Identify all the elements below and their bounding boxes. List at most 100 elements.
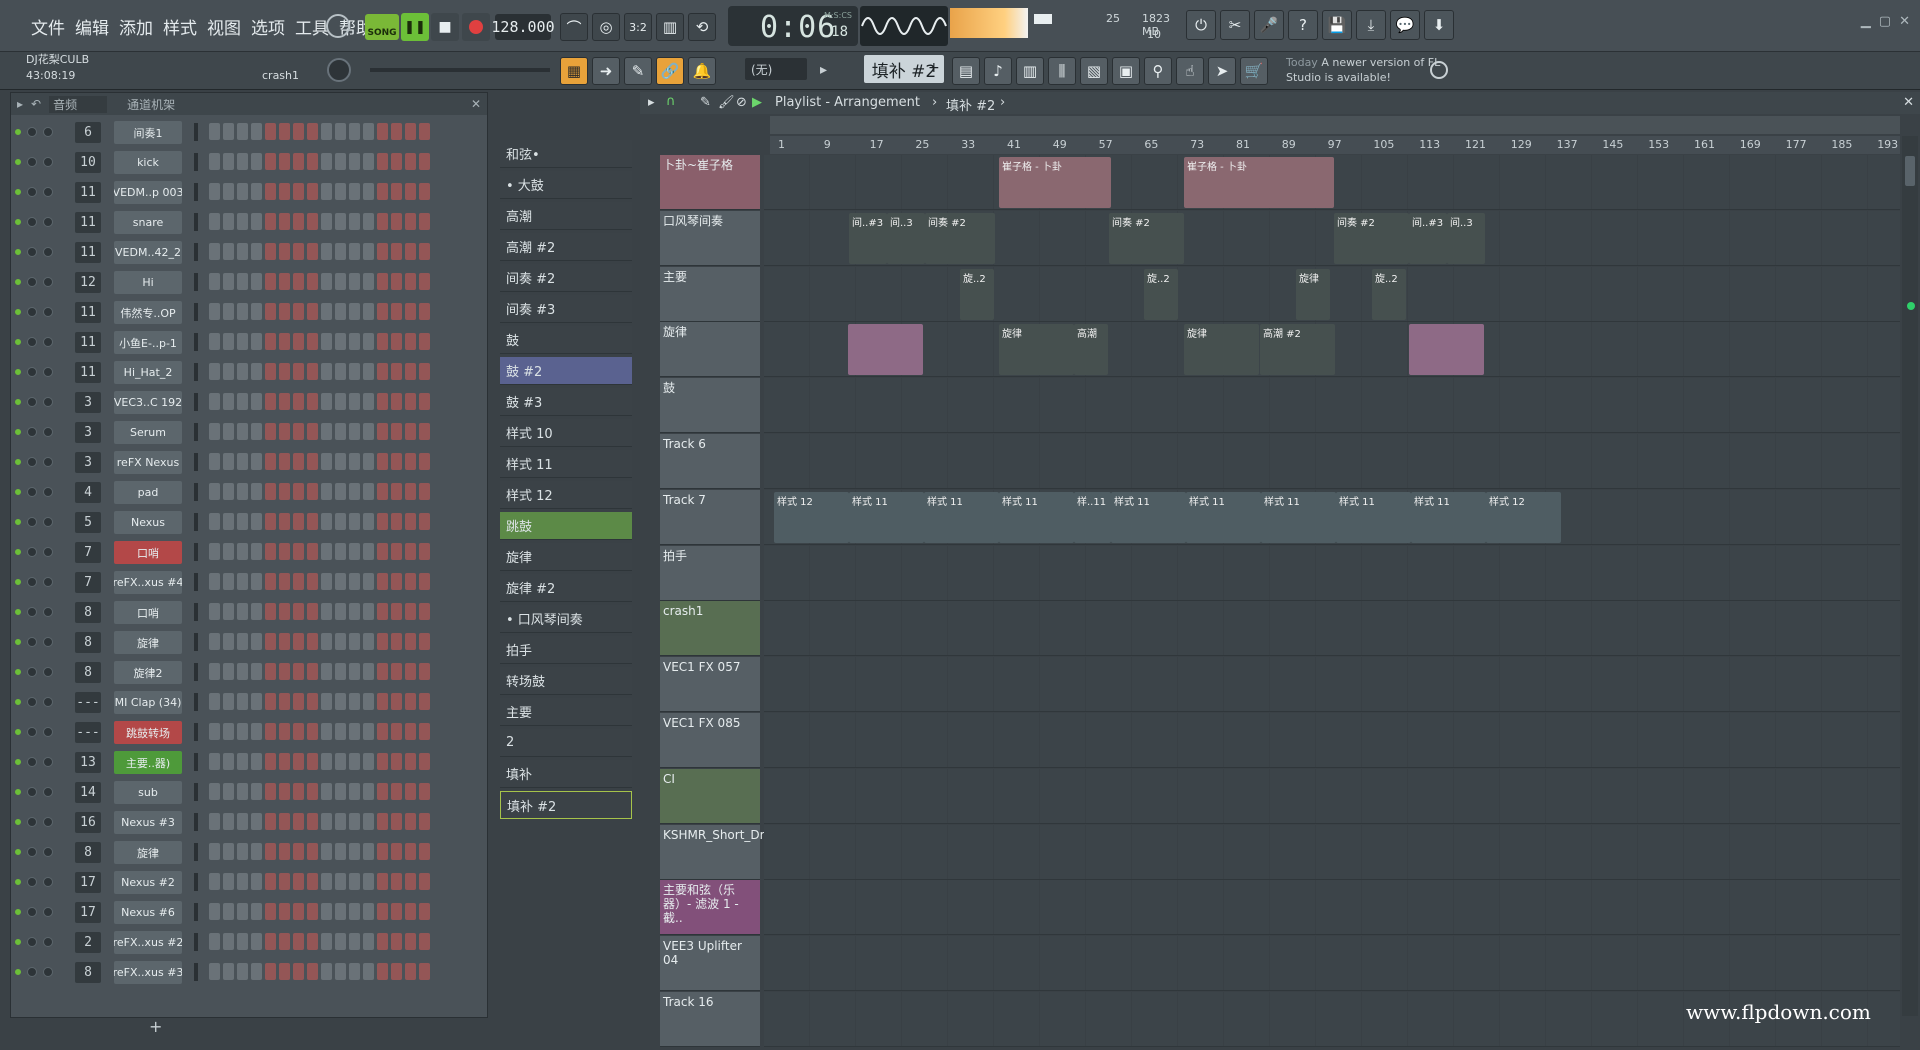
channel-name-button[interactable]: Nexus #2 (114, 871, 182, 894)
step-button[interactable] (349, 303, 360, 320)
step-button[interactable] (279, 573, 290, 590)
pan-knob[interactable] (27, 877, 37, 887)
step-button[interactable] (223, 423, 234, 440)
step-button[interactable] (279, 333, 290, 350)
channel-led[interactable] (15, 909, 21, 915)
step-button[interactable] (391, 183, 402, 200)
channel-controls[interactable] (15, 727, 53, 737)
pan-knob[interactable] (27, 397, 37, 407)
step-button[interactable] (223, 453, 234, 470)
step-button[interactable] (405, 843, 416, 860)
step-button[interactable] (307, 333, 318, 350)
step-button[interactable] (209, 153, 220, 170)
step-button[interactable] (293, 273, 304, 290)
step-button[interactable] (391, 663, 402, 680)
step-button[interactable] (265, 753, 276, 770)
pattern-clip[interactable]: 间奏 #2 (925, 212, 995, 264)
step-button[interactable] (237, 183, 248, 200)
channel-row[interactable]: 14 sub (11, 777, 481, 807)
step-button[interactable] (405, 183, 416, 200)
step-button[interactable] (279, 933, 290, 950)
step-button[interactable] (223, 393, 234, 410)
pattern-item[interactable]: 样式 11 (500, 450, 632, 478)
track-lane[interactable] (764, 768, 1900, 824)
pan-knob[interactable] (27, 247, 37, 257)
step-button[interactable] (419, 423, 430, 440)
add-pattern-button[interactable]: + (928, 60, 940, 76)
step-button[interactable] (419, 723, 430, 740)
delete-icon[interactable]: ⊘ (736, 95, 747, 110)
step-button[interactable] (377, 303, 388, 320)
pattern-clip[interactable]: 样式 12 (774, 491, 849, 543)
step-button[interactable] (349, 963, 360, 980)
channel-row[interactable]: 8 口哨 (11, 597, 481, 627)
step-button[interactable] (307, 933, 318, 950)
pattern-clip[interactable] (848, 324, 923, 376)
channel-led[interactable] (15, 549, 21, 555)
step-button[interactable] (335, 243, 346, 260)
channel-selector[interactable] (194, 123, 198, 141)
step-button[interactable] (223, 633, 234, 650)
step-button[interactable] (265, 813, 276, 830)
step-button[interactable] (335, 183, 346, 200)
step-button[interactable] (265, 363, 276, 380)
step-button[interactable] (349, 543, 360, 560)
step-button[interactable] (335, 543, 346, 560)
step-button[interactable] (349, 513, 360, 530)
step-button[interactable] (321, 153, 332, 170)
step-button[interactable] (307, 873, 318, 890)
step-button[interactable] (377, 123, 388, 140)
step-button[interactable] (209, 843, 220, 860)
track-header[interactable]: Track 16 (660, 992, 760, 1047)
step-button[interactable] (251, 873, 262, 890)
step-button[interactable] (209, 633, 220, 650)
step-button[interactable] (363, 483, 374, 500)
step-button[interactable] (391, 693, 402, 710)
channel-led[interactable] (15, 579, 21, 585)
step-button[interactable] (377, 873, 388, 890)
mixer-track-number[interactable]: 14 (75, 782, 101, 803)
step-button[interactable] (335, 303, 346, 320)
step-button[interactable] (321, 633, 332, 650)
channel-led[interactable] (15, 429, 21, 435)
step-button[interactable] (209, 423, 220, 440)
channel-name-button[interactable]: Serum (114, 421, 182, 444)
step-button[interactable] (377, 243, 388, 260)
step-button[interactable] (223, 873, 234, 890)
pan-knob[interactable] (27, 277, 37, 287)
step-button[interactable] (293, 333, 304, 350)
channel-name-button[interactable]: Nexus #6 (114, 901, 182, 924)
pan-knob[interactable] (27, 847, 37, 857)
channel-selector[interactable] (194, 363, 198, 381)
menu-edit[interactable]: 编辑 (70, 14, 114, 39)
step-button[interactable] (223, 813, 234, 830)
channel-row[interactable]: 10 kick (11, 147, 481, 177)
volume-knob[interactable] (43, 277, 53, 287)
step-button[interactable] (279, 423, 290, 440)
step-button[interactable] (335, 663, 346, 680)
channel-row[interactable]: 6 间奏1 (11, 117, 481, 147)
playlist-scrollbar[interactable] (1902, 136, 1918, 1016)
step-button[interactable] (349, 903, 360, 920)
maximize-icon[interactable]: ▢ (1879, 14, 1891, 29)
step-button[interactable] (265, 903, 276, 920)
step-button[interactable] (223, 273, 234, 290)
mixer-track-number[interactable]: 11 (75, 212, 101, 233)
channel-controls[interactable] (15, 907, 53, 917)
channel-name-button[interactable]: 小鱼E-..p-1 (114, 331, 182, 354)
step-button[interactable] (405, 783, 416, 800)
step-button[interactable] (209, 663, 220, 680)
step-button[interactable] (377, 843, 388, 860)
channel-controls[interactable] (15, 877, 53, 887)
channel-controls[interactable] (15, 757, 53, 767)
pan-knob[interactable] (27, 487, 37, 497)
step-button[interactable] (265, 573, 276, 590)
step-button[interactable] (293, 363, 304, 380)
step-edit-icon[interactable]: ▥ (656, 13, 684, 41)
step-button[interactable] (363, 813, 374, 830)
step-button[interactable] (363, 783, 374, 800)
step-button[interactable] (251, 573, 262, 590)
channel-row[interactable]: 13 主要..器) (11, 747, 481, 777)
pattern-item[interactable]: 填补 (500, 760, 632, 788)
pattern-prev-icon[interactable]: ▸ (820, 62, 827, 78)
